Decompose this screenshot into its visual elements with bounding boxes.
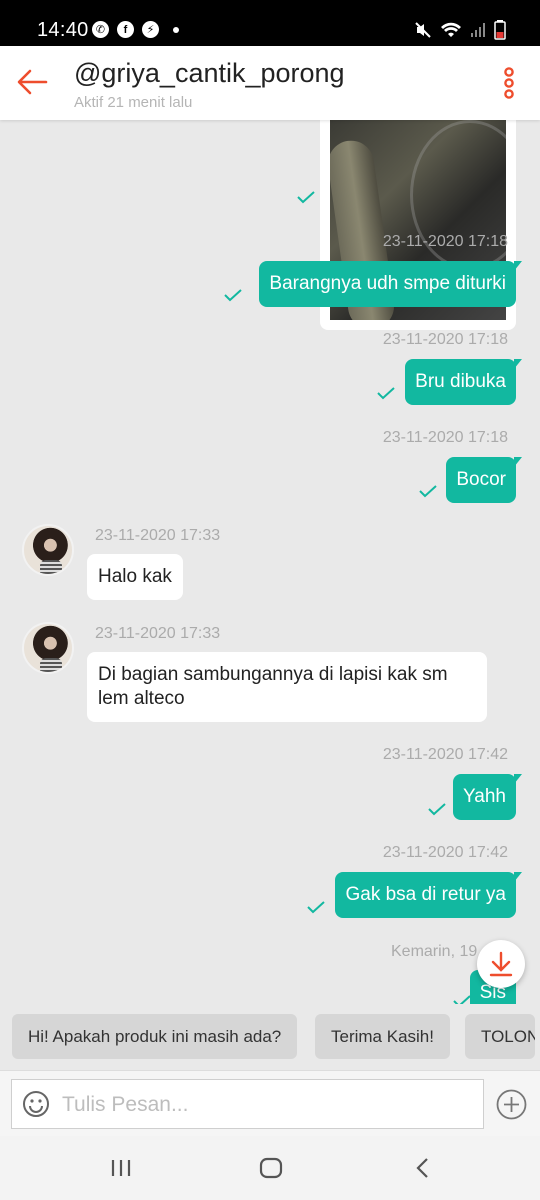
recent-apps-icon [111,1160,131,1176]
sent-message-bubble[interactable]: Bocor [446,457,522,503]
emoji-icon[interactable] [22,1090,50,1118]
quick-reply-chip[interactable]: Terima Kasih! [315,1014,450,1059]
system-icons [414,20,506,40]
quick-reply-chip[interactable]: TOLONG [465,1014,535,1059]
back-chevron-icon [416,1158,428,1178]
quick-reply-bar: Hi! Apakah produk ini masih ada? Terima … [0,1004,540,1070]
received-message-bubble[interactable]: Di bagian sambungannya di lapisi kak sm … [87,652,487,722]
recent-apps-button[interactable] [101,1154,141,1182]
messenger-icon: ⚡ [142,21,159,38]
message-timestamp: 23-11-2020 17:18 [382,233,508,250]
mute-icon [415,22,431,38]
sent-message-bubble[interactable]: Yahh [453,774,522,820]
sent-message-bubble[interactable]: Gak bsa di retur ya [335,872,522,918]
sent-check-icon [377,387,395,400]
message-timestamp: Kemarin, 19 [391,943,478,960]
status-time: 14:40 [37,19,89,41]
wifi-icon [441,22,461,37]
sent-message-bubble[interactable]: Barangnya udh smpe diturki [259,261,522,307]
chat-title[interactable]: @griya_cantik_porong [74,58,345,89]
sent-message-bubble[interactable]: Bru dibuka [405,359,522,405]
back-arrow-icon[interactable] [14,66,50,98]
message-input[interactable] [62,1080,462,1130]
message-timestamp: 23-11-2020 17:42 [382,746,508,763]
scroll-to-bottom-button[interactable] [477,940,525,988]
battery-icon [494,20,506,40]
add-attachment-icon[interactable] [496,1089,527,1120]
sent-check-icon [224,289,242,302]
sent-check-icon [419,485,437,498]
seller-avatar[interactable] [22,524,74,576]
sent-check-icon [428,803,446,816]
signal-icon [471,23,485,37]
sent-check-icon [297,191,315,204]
status-bar: 14:40 ✆ f ⚡ [0,0,540,46]
home-button[interactable] [251,1154,291,1182]
message-composer [0,1070,540,1136]
chat-messages[interactable]: 23-11-2020 17:18 Barangnya udh smpe ditu… [0,120,540,1004]
last-active-status: Aktif 21 menit lalu [74,94,193,111]
message-timestamp: 23-11-2020 17:42 [382,844,508,861]
chat-header: @griya_cantik_porong Aktif 21 menit lalu [0,46,540,120]
more-notifications-icon [173,26,179,33]
seller-avatar[interactable] [22,622,74,674]
sent-check-icon [307,901,325,914]
download-arrow-icon [489,951,513,977]
more-options-icon[interactable] [496,66,522,100]
whatsapp-icon: ✆ [92,21,109,38]
message-timestamp: 23-11-2020 17:33 [95,625,221,642]
message-timestamp: 23-11-2020 17:18 [382,429,508,446]
notification-icons: ✆ f ⚡ [92,21,179,38]
message-input-box[interactable] [11,1079,484,1130]
quick-reply-chip[interactable]: Hi! Apakah produk ini masih ada? [12,1014,298,1059]
facebook-icon: f [117,21,134,38]
message-timestamp: 23-11-2020 17:18 [382,331,508,348]
home-icon [259,1157,283,1179]
back-button[interactable] [403,1154,443,1182]
received-message-bubble[interactable]: Halo kak [87,554,183,600]
message-timestamp: 23-11-2020 17:33 [95,527,221,544]
system-nav-bar [0,1136,540,1200]
